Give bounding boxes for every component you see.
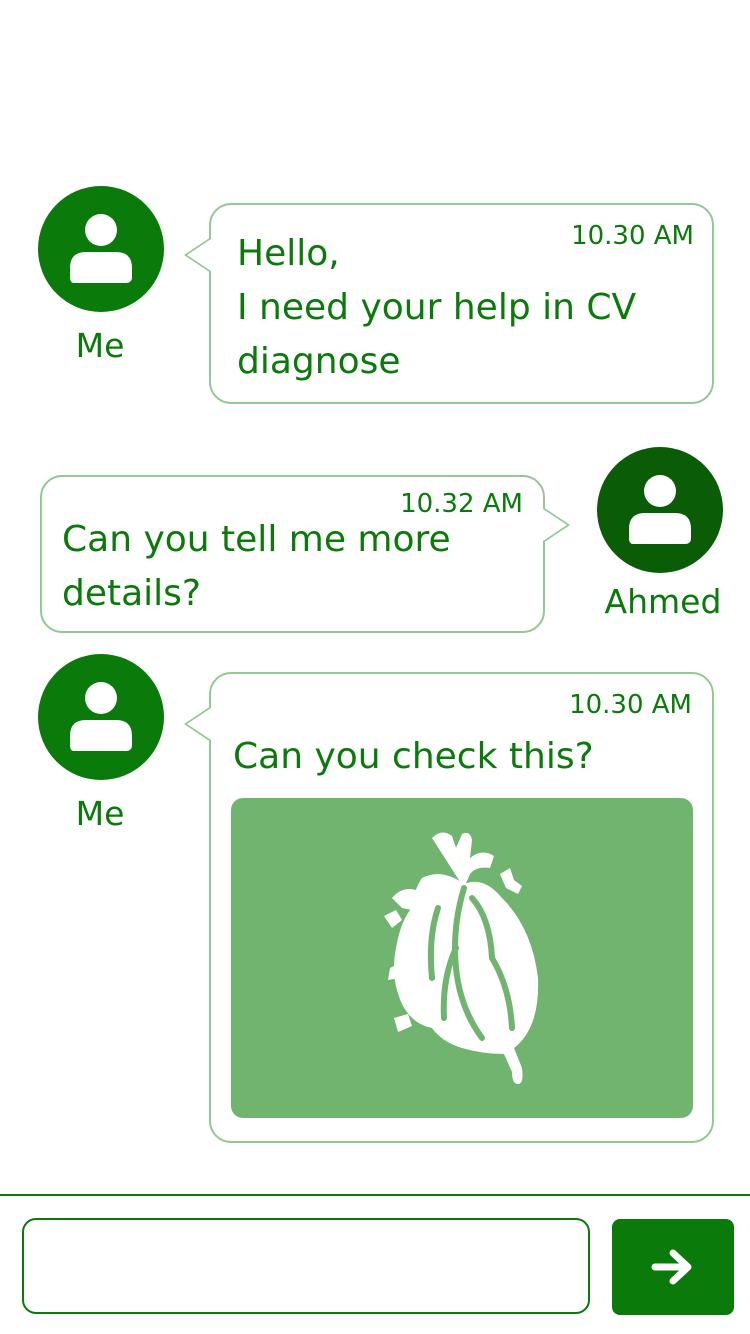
sender-name: Me — [75, 326, 125, 365]
arrow-right-icon — [651, 1249, 692, 1285]
avatar-me[interactable] — [38, 654, 164, 780]
message-bubble[interactable]: 10.30 AM Hello, I need your help in CV d… — [184, 203, 714, 404]
chat-screen: Me 10.30 AM Hello, I need your help in C… — [0, 0, 750, 1334]
message-bubble[interactable]: 10.30 AM Can you check this? — [184, 672, 714, 1143]
sender-name: Ahmed — [604, 582, 722, 621]
message-line: I need your help in CV diagnose — [237, 287, 637, 382]
user-icon — [629, 475, 691, 544]
heart-anatomy-icon — [384, 832, 539, 1084]
message-text: Can you check this? — [233, 736, 594, 777]
message-text: Can you tell me more details? — [62, 519, 451, 614]
message-line: Hello, — [237, 233, 340, 274]
message-input[interactable] — [22, 1218, 590, 1314]
message-text: Hello, I need your help in CV diagnose — [237, 227, 677, 389]
user-icon — [70, 214, 132, 283]
sender-name: Me — [75, 794, 125, 833]
message-bubble[interactable]: 10.32 AM Can you tell me more details? — [40, 475, 570, 633]
message-time: 10.30 AM — [569, 690, 692, 720]
avatar-ahmed[interactable] — [597, 447, 723, 573]
user-icon — [70, 682, 132, 751]
avatar-me[interactable] — [38, 186, 164, 312]
composer-divider — [0, 1194, 750, 1196]
image-attachment[interactable] — [231, 798, 693, 1118]
send-button[interactable] — [612, 1219, 734, 1315]
